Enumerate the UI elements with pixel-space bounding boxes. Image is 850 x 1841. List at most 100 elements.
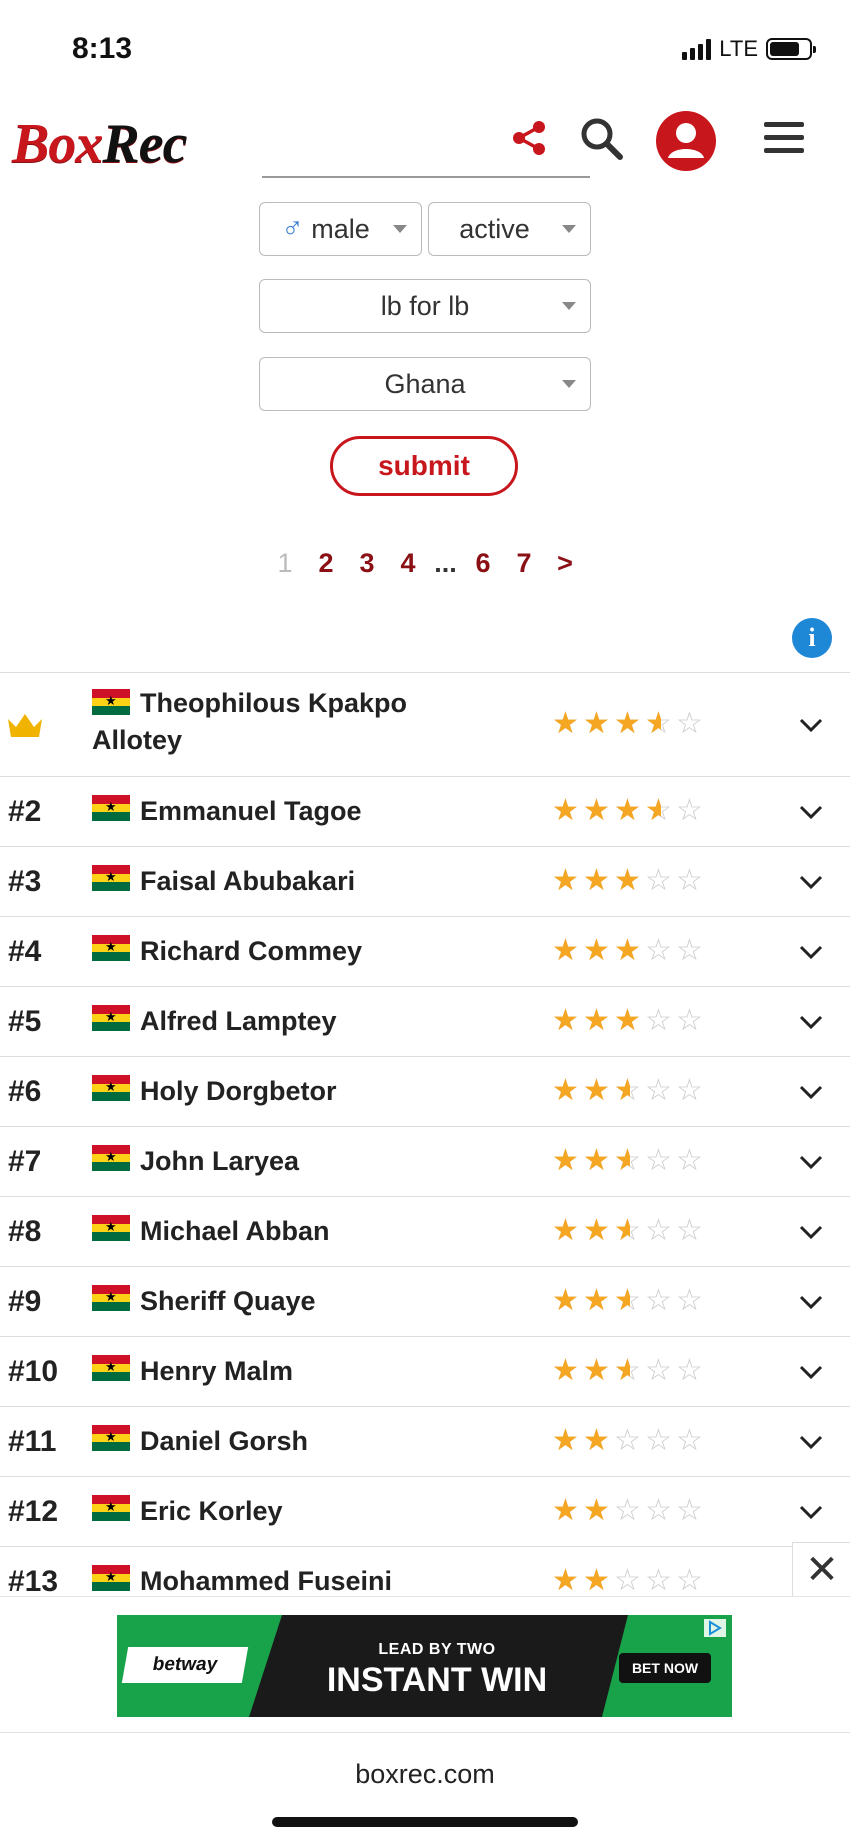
bet-now-button[interactable]: BET NOW	[619, 1653, 711, 1683]
page-link-6[interactable]: 6	[463, 548, 504, 579]
boxrec-logo[interactable]: BoxRec	[12, 112, 187, 176]
boxer-name-link[interactable]: Alfred Lamptey	[140, 1006, 337, 1037]
chevron-down-icon[interactable]	[798, 1359, 824, 1385]
ranking-row[interactable]: #7John Laryea☆★☆★☆★☆★☆★	[0, 1126, 850, 1196]
weight-class-value: lb for lb	[380, 290, 470, 321]
ranking-row[interactable]: #5Alfred Lamptey☆★☆★☆★☆★☆★	[0, 986, 850, 1056]
chevron-down-icon	[562, 380, 576, 388]
chevron-down-icon[interactable]	[798, 1429, 824, 1455]
gender-select[interactable]: ♂ male	[259, 202, 422, 256]
boxer-name-link[interactable]: Michael Abban	[140, 1216, 330, 1247]
boxer-name-link[interactable]: Faisal Abubakari	[140, 866, 355, 897]
ranking-row[interactable]: #2Emmanuel Tagoe☆★☆★☆★☆★☆★	[0, 776, 850, 846]
status-select[interactable]: active	[428, 202, 591, 256]
chevron-down-icon[interactable]	[798, 1289, 824, 1315]
chevron-down-icon[interactable]	[798, 1499, 824, 1525]
star-empty-icon: ☆★	[645, 934, 672, 967]
chevron-down-icon[interactable]	[798, 1149, 824, 1175]
page-link-4[interactable]: 4	[388, 548, 429, 579]
star-full-icon: ☆ ★	[552, 1494, 579, 1527]
boxer-name-link[interactable]: Daniel Gorsh	[140, 1426, 308, 1457]
rating-stars: ☆★☆★☆★☆★☆★	[552, 1566, 707, 1596]
star-empty-icon: ☆★	[676, 1074, 703, 1107]
ranking-row[interactable]: #11Daniel Gorsh☆★☆★☆★☆★☆★	[0, 1406, 850, 1476]
ghana-flag-icon	[92, 1285, 130, 1312]
ghana-flag-icon	[92, 1145, 130, 1172]
star-empty-icon: ☆★	[645, 1144, 672, 1177]
star-full-icon: ☆ ★	[583, 1494, 610, 1527]
star-half-icon: ☆ ★	[614, 1354, 641, 1387]
submit-button[interactable]: submit	[330, 436, 518, 496]
chevron-down-icon[interactable]	[798, 869, 824, 895]
star-empty-icon: ☆★	[676, 1144, 703, 1177]
rankings-list: Theophilous Kpakpo Allotey☆★☆★☆★☆★☆★#2Em…	[0, 672, 850, 1616]
star-half-icon: ☆ ★	[614, 1214, 641, 1247]
star-empty-icon: ☆★	[645, 1564, 672, 1597]
chevron-down-icon[interactable]	[798, 712, 824, 738]
ranking-row[interactable]: #8Michael Abban☆★☆★☆★☆★☆★	[0, 1196, 850, 1266]
rank-number: #8	[8, 1215, 42, 1248]
network-label: LTE	[719, 36, 758, 61]
chevron-down-icon[interactable]	[798, 1219, 824, 1245]
country-select[interactable]: Ghana	[259, 357, 591, 411]
status-value: active	[459, 213, 530, 244]
star-empty-icon: ☆★	[614, 1494, 641, 1527]
star-full-icon: ☆ ★	[583, 1284, 610, 1317]
ghana-flag-icon	[92, 795, 130, 822]
search-icon[interactable]	[575, 112, 627, 164]
ranking-row[interactable]: #10Henry Malm☆★☆★☆★☆★☆★	[0, 1336, 850, 1406]
boxer-name-link[interactable]: Richard Commey	[140, 936, 362, 967]
star-empty-icon: ☆★	[676, 1004, 703, 1037]
ranking-row[interactable]: #12Eric Korley☆★☆★☆★☆★☆★	[0, 1476, 850, 1546]
url-domain[interactable]: boxrec.com	[0, 1759, 850, 1790]
ad-choices-icon[interactable]	[704, 1619, 726, 1637]
rank-number: #12	[8, 1495, 59, 1528]
ranking-row[interactable]: #6Holy Dorgbetor☆★☆★☆★☆★☆★	[0, 1056, 850, 1126]
ghana-flag-icon	[92, 935, 130, 962]
ghana-flag-icon	[92, 1495, 130, 1522]
chevron-down-icon[interactable]	[798, 799, 824, 825]
ranking-row[interactable]: Theophilous Kpakpo Allotey☆★☆★☆★☆★☆★	[0, 672, 850, 776]
boxer-name-link[interactable]: Sheriff Quaye	[140, 1286, 316, 1317]
page-link-2[interactable]: 2	[306, 548, 347, 579]
chevron-down-icon[interactable]	[798, 1079, 824, 1105]
ghana-flag-icon	[92, 1215, 130, 1242]
boxer-name-link[interactable]: Henry Malm	[140, 1356, 293, 1387]
star-full-icon: ☆ ★	[583, 1214, 610, 1247]
boxer-name-link[interactable]: Eric Korley	[140, 1496, 283, 1527]
star-full-icon: ☆ ★	[614, 864, 641, 897]
boxer-name-link[interactable]: Mohammed Fuseini	[140, 1566, 392, 1597]
boxer-name-link[interactable]: John Laryea	[140, 1146, 299, 1177]
star-full-icon: ☆ ★	[552, 864, 579, 897]
chevron-down-icon[interactable]	[798, 939, 824, 965]
chevron-down-icon[interactable]	[798, 1009, 824, 1035]
star-empty-icon: ☆★	[676, 864, 703, 897]
boxer-name-link[interactable]: Theophilous Kpakpo Allotey	[92, 685, 452, 759]
chevron-down-icon	[393, 225, 407, 233]
account-icon[interactable]	[655, 110, 717, 172]
next-page-link[interactable]: >	[545, 548, 586, 579]
boxer-name-link[interactable]: Holy Dorgbetor	[140, 1076, 337, 1107]
boxer-name-link[interactable]: Emmanuel Tagoe	[140, 796, 362, 827]
ranking-row[interactable]: #9Sheriff Quaye☆★☆★☆★☆★☆★	[0, 1266, 850, 1336]
star-full-icon: ☆ ★	[583, 1074, 610, 1107]
info-icon[interactable]: i	[792, 618, 832, 658]
star-empty-icon: ☆★	[645, 1284, 672, 1317]
star-half-icon: ☆ ★	[645, 794, 672, 827]
search-field-underline[interactable]	[262, 176, 590, 178]
close-ad-button[interactable]: ✕	[792, 1542, 850, 1598]
share-icon[interactable]	[503, 112, 555, 164]
page-link-3[interactable]: 3	[347, 548, 388, 579]
page-link-1: 1	[277, 548, 293, 578]
page-link-7[interactable]: 7	[504, 548, 545, 579]
ranking-row[interactable]: #3Faisal Abubakari☆★☆★☆★☆★☆★	[0, 846, 850, 916]
ranking-row[interactable]: #4Richard Commey☆★☆★☆★☆★☆★	[0, 916, 850, 986]
home-indicator[interactable]	[272, 1817, 578, 1827]
star-full-icon: ☆ ★	[583, 1424, 610, 1457]
ad-banner[interactable]: betway LEAD BY TWO INSTANT WIN BET NOW	[117, 1615, 732, 1717]
status-time: 8:13	[72, 32, 133, 65]
weight-class-select[interactable]: lb for lb	[259, 279, 591, 333]
menu-icon[interactable]	[758, 112, 810, 164]
ghana-flag-icon	[92, 1355, 130, 1382]
star-full-icon: ☆ ★	[583, 707, 610, 740]
